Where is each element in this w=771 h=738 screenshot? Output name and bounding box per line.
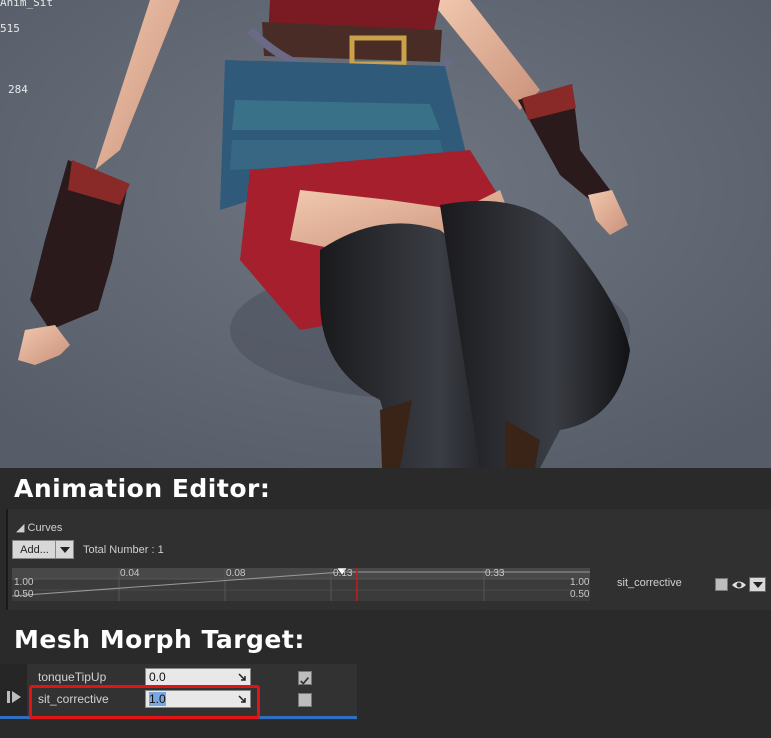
add-curve-dropdown-icon[interactable] (55, 540, 74, 559)
tick-label: 0.33 (485, 568, 505, 579)
value-label-top-right: 1.00 (570, 577, 590, 588)
tick-label: 0.08 (226, 568, 246, 579)
curve-name-label: sit_corrective (617, 577, 682, 589)
eye-icon[interactable] (731, 578, 747, 592)
morph-checkbox[interactable] (298, 693, 312, 707)
mesh-morph-target-title: Mesh Morph Target: (14, 625, 305, 654)
animation-editor-title: Animation Editor: (14, 474, 271, 503)
checkmark-icon (300, 677, 310, 685)
morph-value-text: 0.0 (149, 670, 166, 684)
character-render (0, 0, 771, 468)
resize-arrow-icon (238, 673, 246, 681)
add-curve-button[interactable]: Add... (12, 540, 57, 559)
value-label-bottom-right: 0.50 (570, 589, 590, 600)
curve-options-dropdown[interactable] (749, 577, 766, 592)
curves-header[interactable]: ◢ Curves (16, 521, 62, 534)
curves-panel: ◢ Curves Add... Total Number : 1 0.04 0.… (6, 509, 771, 610)
collapse-arrow-icon[interactable]: ◢ (16, 522, 24, 534)
animation-viewport[interactable]: Anim_Sit 515 284 (0, 0, 771, 468)
curves-header-label: Curves (27, 522, 63, 534)
play-icon[interactable] (7, 691, 21, 703)
curve-enable-checkbox[interactable] (715, 578, 728, 591)
value-label-top: 1.00 (14, 577, 34, 588)
viewport-stat-a: 515 (0, 22, 20, 35)
highlight-box (29, 685, 260, 719)
morph-value-input[interactable]: 0.0 (145, 668, 251, 686)
tick-label: 0.04 (120, 568, 140, 579)
morph-panel-gutter (0, 664, 27, 720)
tick-label: 0.13 (333, 568, 353, 579)
value-label-bottom: 0.50 (14, 589, 34, 600)
total-number-label: Total Number : 1 (83, 544, 164, 556)
morph-name-label: tonqueTipUp (38, 670, 107, 684)
viewport-stat-anim: Anim_Sit (0, 0, 53, 9)
morph-checkbox-checked[interactable] (298, 671, 312, 685)
curve-track[interactable]: 0.04 0.08 0.13 0.33 1.00 0.50 1.00 0.50 (12, 568, 590, 601)
viewport-stat-b: 284 (8, 83, 28, 96)
